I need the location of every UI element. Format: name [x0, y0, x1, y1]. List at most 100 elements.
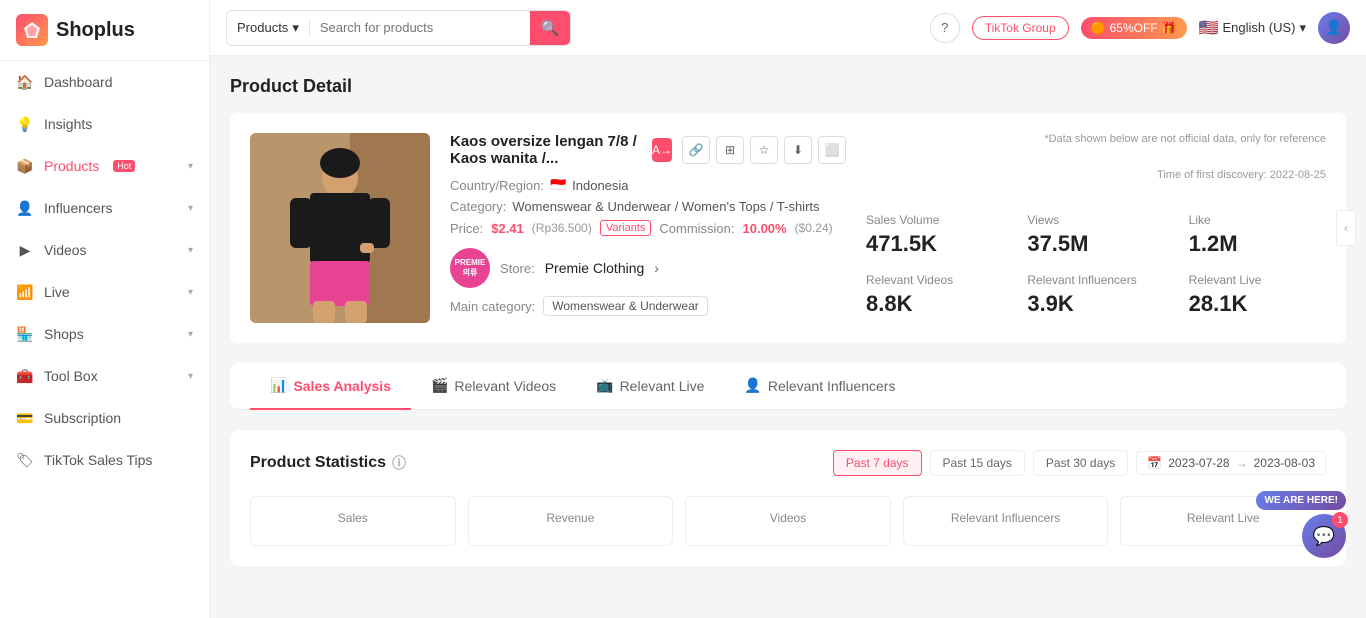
sidebar-label-products: Products — [44, 158, 99, 174]
language-selector[interactable]: 🇺🇸 English (US) ▾ — [1199, 18, 1306, 38]
sidebar-item-influencers[interactable]: 👤 Influencers ▾ — [0, 187, 209, 229]
sidebar-label-influencers: Influencers — [44, 200, 112, 216]
stat-value: 1.2M — [1189, 231, 1326, 257]
sidebar-item-subscription[interactable]: 💳 Subscription — [0, 397, 209, 439]
dropdown-chevron-icon: ▾ — [292, 20, 299, 36]
product-info: Kaos oversize lengan 7/8 / Kaos wanita /… — [450, 133, 846, 323]
sidebar-label-tiktok-tips: TikTok Sales Tips — [44, 452, 152, 468]
filter-btn-7days[interactable]: Past 7 days — [833, 450, 922, 476]
sidebar-item-shops[interactable]: 🏪 Shops ▾ — [0, 313, 209, 355]
discovery-time: Time of first discovery: 2022-08-25 — [866, 169, 1326, 181]
chat-button[interactable]: 💬 1 — [1302, 514, 1346, 558]
sidebar-label-live: Live — [44, 284, 70, 300]
stats-grid: Sales Volume 471.5K Views 37.5M Like 1.2… — [866, 213, 1326, 317]
filter-btn-15days[interactable]: Past 15 days — [930, 450, 1025, 476]
sidebar-label-shops: Shops — [44, 326, 84, 342]
price-row: Price: $2.41 (Rp36.500) Variants Commiss… — [450, 220, 846, 236]
share-button[interactable]: ⬜ — [818, 136, 846, 164]
variants-badge[interactable]: Variants — [600, 220, 652, 236]
tab-label-relevant-videos: Relevant Videos — [454, 378, 556, 394]
tiktok-group-button[interactable]: TikTok Group — [972, 16, 1069, 40]
qr-code-button[interactable]: ⊞ — [716, 136, 744, 164]
tab-relevant-influencers[interactable]: 👤Relevant Influencers — [724, 363, 915, 410]
sidebar-item-insights[interactable]: 💡 Insights — [0, 103, 209, 145]
bookmark-button[interactable]: ☆ — [750, 136, 778, 164]
download-button[interactable]: ⬇ — [784, 136, 812, 164]
sidebar-collapse-button[interactable]: ‹ — [1336, 210, 1356, 246]
sidebar-item-toolbox[interactable]: 🧰 Tool Box ▾ — [0, 355, 209, 397]
we-are-here-widget: WE ARE HERE! 💬 1 — [1256, 491, 1346, 558]
tab-label-sales-analysis: Sales Analysis — [293, 378, 391, 394]
logo-area: Shoplus — [0, 0, 209, 61]
tab-icon-relevant-live: 📺 — [596, 377, 613, 394]
tiktok-group-label: TikTok Group — [985, 21, 1056, 35]
tiktok-tips-icon: 🏷 — [16, 451, 34, 469]
search-button[interactable]: 🔍 — [530, 10, 570, 46]
topbar: Products ▾ 🔍 ? TikTok Group 🟠 65%OFF 🎁 🇺… — [210, 0, 1366, 56]
date-range-picker[interactable]: 📅 2023-07-28 → 2023-08-03 — [1136, 451, 1326, 475]
action-icons: 🔗 ⊞ ☆ ⬇ ⬜ — [682, 136, 846, 164]
tab-relevant-videos[interactable]: 🎬 Relevant Videos — [411, 363, 576, 410]
sidebar-item-tiktok-tips[interactable]: 🏷 TikTok Sales Tips — [0, 439, 209, 481]
discovery-date: 2022-08-25 — [1270, 169, 1326, 181]
bookmark-icon: ☆ — [759, 143, 770, 157]
category-value: Womenswear & Underwear / Women's Tops / … — [512, 199, 819, 214]
metric-label-videos: Videos — [700, 511, 876, 525]
sidebar-item-live[interactable]: 📶 Live ▾ — [0, 271, 209, 313]
influencers-chevron: ▾ — [188, 203, 193, 214]
main-category-badge: Womenswear & Underwear — [543, 296, 708, 316]
link-copy-button[interactable]: 🔗 — [682, 136, 710, 164]
flag-icon: 🇺🇸 — [1199, 18, 1219, 38]
stat-label: Like — [1189, 213, 1326, 227]
metric-card-videos: Videos — [685, 496, 891, 546]
stat-item: Relevant Videos 8.8K — [866, 273, 1003, 317]
commission-usd: ($0.24) — [795, 221, 833, 235]
stats-info-icon[interactable]: ⓘ — [392, 453, 406, 473]
sidebar-item-dashboard[interactable]: 🏠 Dashboard — [0, 61, 209, 103]
language-label: English (US) — [1223, 20, 1296, 35]
translate-button[interactable]: A→ — [652, 138, 672, 162]
stat-value: 8.8K — [866, 291, 1003, 317]
link-icon: 🔗 — [689, 143, 704, 157]
sidebar-label-insights: Insights — [44, 116, 92, 132]
search-category-dropdown[interactable]: Products ▾ — [227, 20, 310, 36]
sidebar-item-videos[interactable]: ▶ Videos ▾ — [0, 229, 209, 271]
metric-card-sales: Sales — [250, 496, 456, 546]
influencers-icon: 👤 — [16, 199, 34, 217]
help-icon: ? — [941, 20, 948, 35]
date-to: 2023-08-03 — [1254, 456, 1315, 470]
date-arrow-icon: → — [1236, 456, 1248, 470]
tab-relevant-live[interactable]: 📺 Relevant Live — [576, 363, 724, 410]
sidebar-label-dashboard: Dashboard — [44, 74, 113, 90]
tab-icon-relevant-videos: 🎬 — [431, 377, 448, 394]
discount-label: 65%OFF — [1110, 21, 1158, 35]
store-name[interactable]: Premie Clothing — [545, 260, 645, 276]
price-label: Price: — [450, 221, 483, 236]
download-icon: ⬇ — [793, 143, 803, 157]
user-avatar[interactable]: 👤 — [1318, 12, 1350, 44]
shops-icon: 🏪 — [16, 325, 34, 343]
share-icon: ⬜ — [825, 143, 840, 157]
sidebar-item-products[interactable]: 📦 Products Hot ▾ — [0, 145, 209, 187]
filter-btn-30days[interactable]: Past 30 days — [1033, 450, 1128, 476]
search-icon: 🔍 — [541, 19, 560, 37]
product-stats-area: *Data shown below are not official data,… — [866, 133, 1326, 323]
store-logo: PREMIE 의류 — [450, 248, 490, 288]
search-category-label: Products — [237, 20, 288, 35]
tab-label-relevant-live: Relevant Live — [620, 378, 705, 394]
stat-item: Sales Volume 471.5K — [866, 213, 1003, 257]
products-hot-badge: Hot — [113, 160, 135, 172]
discount-button[interactable]: 🟠 65%OFF 🎁 — [1081, 17, 1187, 39]
insights-icon: 💡 — [16, 115, 34, 133]
search-input[interactable] — [310, 20, 530, 35]
metric-label-sales: Sales — [265, 511, 441, 525]
logo-icon — [16, 14, 48, 46]
store-logo-text: PREMIE 의류 — [455, 258, 486, 279]
commission-label: Commission: — [659, 221, 734, 236]
product-statistics-section: Product Statistics ⓘ Past 7 daysPast 15 … — [230, 430, 1346, 566]
sidebar-label-videos: Videos — [44, 242, 87, 258]
help-button[interactable]: ? — [930, 13, 960, 43]
product-name-row: Kaos oversize lengan 7/8 / Kaos wanita /… — [450, 133, 846, 167]
tab-sales-analysis[interactable]: 📊Sales Analysis — [250, 363, 411, 410]
stat-item: Views 37.5M — [1027, 213, 1164, 257]
